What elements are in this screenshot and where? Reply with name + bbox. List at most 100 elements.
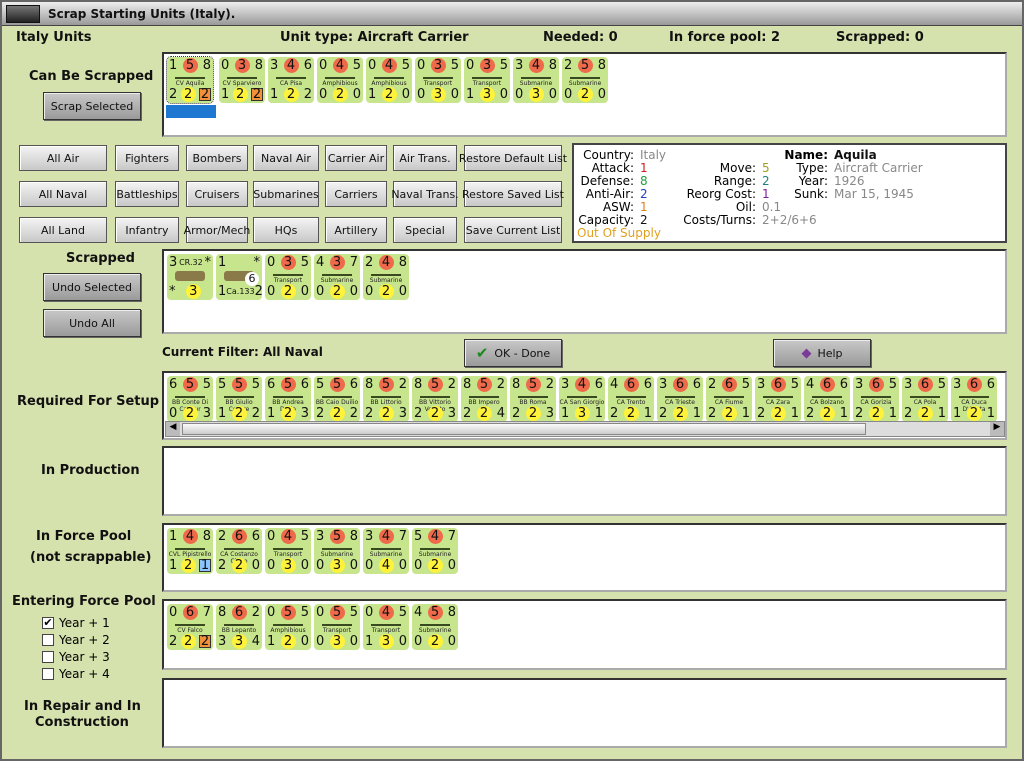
filter-naval-air-button[interactable]: Naval Air bbox=[253, 145, 319, 171]
can-be-scrapped-list[interactable]: 1 5 8 CV Aquila 2 2 2 0 3 8 CV Sparviero 1 2 2 3 4 6 CA P… bbox=[162, 52, 1007, 137]
unit-counter[interactable]: 1 5 8 CV Aquila 2 2 2 bbox=[166, 56, 214, 104]
horizontal-scrollbar[interactable]: ◀ ▶ bbox=[165, 421, 1005, 437]
entering-force-pool-list[interactable]: 0 6 7 CV Falco 2 2 2 8 6 2 BB Lepanto 3 3 4 0 5 5 Amphibi… bbox=[162, 599, 1007, 670]
filter-infantry-button[interactable]: Infantry bbox=[115, 217, 179, 243]
filter-all-air-button[interactable]: All Air bbox=[19, 145, 107, 171]
unit-counter[interactable]: 3 CR.32 * * 3 bbox=[167, 254, 213, 300]
year-checkbox[interactable]: Year + 4 bbox=[42, 667, 110, 681]
help-button[interactable]: ◆ Help bbox=[773, 339, 871, 367]
unit-counter[interactable]: 555BB Giulio Cesare122 bbox=[216, 376, 262, 422]
unit-counter[interactable]: 0 5 5 Transport 0 3 0 bbox=[314, 604, 360, 650]
filter-carrier-air-button[interactable]: Carrier Air bbox=[325, 145, 387, 171]
unit-counter[interactable]: 5 4 7 Submarine 0 2 0 bbox=[412, 528, 458, 574]
unit-counter[interactable]: 3 6 6 CA Trieste 2 2 1 bbox=[657, 376, 703, 422]
filter-restore-default-list-button[interactable]: Restore Default List bbox=[459, 145, 567, 171]
counter-top-stats: 852 bbox=[365, 377, 407, 392]
stat: 2 bbox=[218, 529, 227, 544]
filter-all-land-button[interactable]: All Land bbox=[19, 217, 107, 243]
scrapped-list[interactable]: 3 CR.32 * * 3 1 * 6 1 Ca.133 2 0 3 5 Transport 0 2 0 4 3 7 Su… bbox=[162, 249, 1007, 334]
unit-counter[interactable]: 0 4 5 Transport 1 3 0 bbox=[363, 604, 409, 650]
unit-counter[interactable]: 3 4 6 CA Pisa 1 2 2 bbox=[268, 57, 314, 103]
filter-submarines-button[interactable]: Submarines bbox=[253, 181, 319, 207]
unit-counter[interactable]: 3 4 6 CA San Giorgio 1 3 1 bbox=[559, 376, 605, 422]
unit-counter[interactable]: 0 4 5 Transport 0 3 0 bbox=[265, 528, 311, 574]
stat: 5 bbox=[427, 605, 443, 620]
unit-counter[interactable]: 1 4 8 CVL Pipistrello 1 2 1 bbox=[167, 528, 213, 574]
checkbox[interactable] bbox=[42, 668, 54, 680]
scroll-left-icon[interactable]: ◀ bbox=[166, 422, 180, 436]
unit-counter[interactable]: 8 5 2 BB Impero 2 2 4 bbox=[461, 376, 507, 422]
filter-bombers-button[interactable]: Bombers bbox=[186, 145, 248, 171]
unit-counter[interactable]: 8 5 2 BB Roma 2 2 3 bbox=[510, 376, 556, 422]
force-pool-list[interactable]: 148CVL Pipistrello121266CA Costanzo Cian… bbox=[162, 523, 1007, 592]
undo-selected-button[interactable]: Undo Selected bbox=[43, 273, 141, 301]
undo-all-button[interactable]: Undo All bbox=[43, 309, 141, 337]
filter-all-naval-button[interactable]: All Naval bbox=[19, 181, 107, 207]
filter-special-button[interactable]: Special bbox=[393, 217, 457, 243]
unit-counter[interactable]: 3 4 7 Submarine 0 4 0 bbox=[363, 528, 409, 574]
ship-silhouette-icon bbox=[175, 77, 205, 79]
unit-counter[interactable]: 3 4 8 Submarine 0 3 0 bbox=[513, 57, 559, 103]
unit-counter[interactable]: 4 6 6 CA Trento 2 2 1 bbox=[608, 376, 654, 422]
year-checkbox[interactable]: Year + 3 bbox=[42, 650, 110, 664]
checkbox[interactable] bbox=[42, 651, 54, 663]
filter-cruisers-button[interactable]: Cruisers bbox=[186, 181, 248, 207]
unit-counter[interactable]: 0 3 5 Transport 0 3 0 bbox=[415, 57, 461, 103]
scrapped-count: Scrapped: 0 bbox=[836, 30, 924, 45]
filter-battleships-button[interactable]: Battleships bbox=[115, 181, 179, 207]
unit-counter[interactable]: 852BB Vittorio Veneto223 bbox=[412, 376, 458, 422]
unit-counter[interactable]: 0 3 5 Transport 1 3 0 bbox=[464, 57, 510, 103]
filter-restore-saved-list-button[interactable]: Restore Saved List bbox=[462, 181, 564, 207]
unit-counter[interactable]: 3 6 5 CA Zara 2 2 1 bbox=[755, 376, 801, 422]
unit-counter[interactable]: 4 5 8 Submarine 0 2 0 bbox=[412, 604, 458, 650]
checkbox[interactable] bbox=[42, 634, 54, 646]
stat: 7 bbox=[202, 605, 211, 620]
filter-fighters-button[interactable]: Fighters bbox=[115, 145, 179, 171]
force-pool-count: In force pool: 2 bbox=[669, 30, 781, 45]
stat: 2 bbox=[182, 406, 198, 421]
unit-counter[interactable]: 366CA Duca D'Aosta121 bbox=[951, 376, 997, 422]
unit-counter[interactable]: 3 5 8 Submarine 0 3 0 bbox=[314, 528, 360, 574]
stat: 0 bbox=[319, 58, 328, 73]
unit-counter[interactable]: 8 5 2 BB Littorio 2 2 3 bbox=[363, 376, 409, 422]
unit-counter[interactable]: 0 4 5 Amphibious 0 2 0 bbox=[317, 57, 363, 103]
unit-counter[interactable]: 2 6 5 CA Fiume 2 2 1 bbox=[706, 376, 752, 422]
unit-counter[interactable]: 0 3 8 CV Sparviero 1 2 2 bbox=[219, 57, 265, 103]
scrap-selected-button[interactable]: Scrap Selected bbox=[43, 92, 141, 120]
system-menu-button[interactable] bbox=[6, 5, 40, 23]
unit-counter[interactable]: 266CA Costanzo Ciano220 bbox=[216, 528, 262, 574]
filter-naval-trans-button[interactable]: Naval Trans. bbox=[391, 181, 459, 207]
unit-counter[interactable]: 0 4 5 Amphibious 1 2 0 bbox=[366, 57, 412, 103]
ok-done-button[interactable]: ✔ OK - Done bbox=[464, 339, 562, 367]
filter-save-current-list-button[interactable]: Save Current List bbox=[464, 217, 562, 243]
unit-counter[interactable]: 3 6 5 CA Gorizia 2 2 1 bbox=[853, 376, 899, 422]
year-checkbox[interactable]: ✔ Year + 1 bbox=[42, 616, 110, 630]
stat: 5 bbox=[329, 529, 345, 544]
repair-construction-list[interactable] bbox=[162, 678, 1007, 748]
unit-counter[interactable]: 0 3 5 Transport 0 2 0 bbox=[265, 254, 311, 300]
stat: 1 bbox=[741, 406, 750, 421]
checkbox[interactable]: ✔ bbox=[42, 617, 54, 629]
unit-counter[interactable]: 2 5 8 Submarine 0 2 0 bbox=[562, 57, 608, 103]
unit-counter[interactable]: 0 5 5 Amphibious 1 2 0 bbox=[265, 604, 311, 650]
unit-counter[interactable]: 4 3 7 Submarine 0 2 0 bbox=[314, 254, 360, 300]
filter-carriers-button[interactable]: Carriers bbox=[325, 181, 387, 207]
in-production-list[interactable] bbox=[162, 446, 1007, 516]
filter-armor-mech-button[interactable]: Armor/Mech bbox=[184, 217, 250, 243]
unit-counter[interactable]: 3 6 5 CA Pola 2 2 1 bbox=[902, 376, 948, 422]
filter-hqs-button[interactable]: HQs bbox=[253, 217, 319, 243]
unit-counter[interactable]: 5 5 6 BB Caio Duilio 2 2 2 bbox=[314, 376, 360, 422]
unit-counter[interactable]: 8 6 2 BB Lepanto 3 3 4 bbox=[216, 604, 262, 650]
scrollbar-thumb[interactable] bbox=[182, 423, 866, 435]
unit-counter[interactable]: 0 6 7 CV Falco 2 2 2 bbox=[167, 604, 213, 650]
unit-counter[interactable]: 655BB Conte Di Cavour023 bbox=[167, 376, 213, 422]
unit-counter[interactable]: 1 * 6 1 Ca.133 2 bbox=[216, 254, 263, 300]
unit-counter[interactable]: 2 4 8 Submarine 0 2 0 bbox=[363, 254, 409, 300]
filter-air-trans-button[interactable]: Air Trans. bbox=[393, 145, 457, 171]
scroll-right-icon[interactable]: ▶ bbox=[990, 422, 1004, 436]
unit-counter[interactable]: 656BB Andrea Doria123 bbox=[265, 376, 311, 422]
year-checkbox[interactable]: Year + 2 bbox=[42, 633, 110, 647]
unit-counter[interactable]: 4 6 6 CA Bolzano 2 2 1 bbox=[804, 376, 850, 422]
stat: 0 bbox=[447, 558, 456, 573]
filter-artillery-button[interactable]: Artillery bbox=[325, 217, 387, 243]
